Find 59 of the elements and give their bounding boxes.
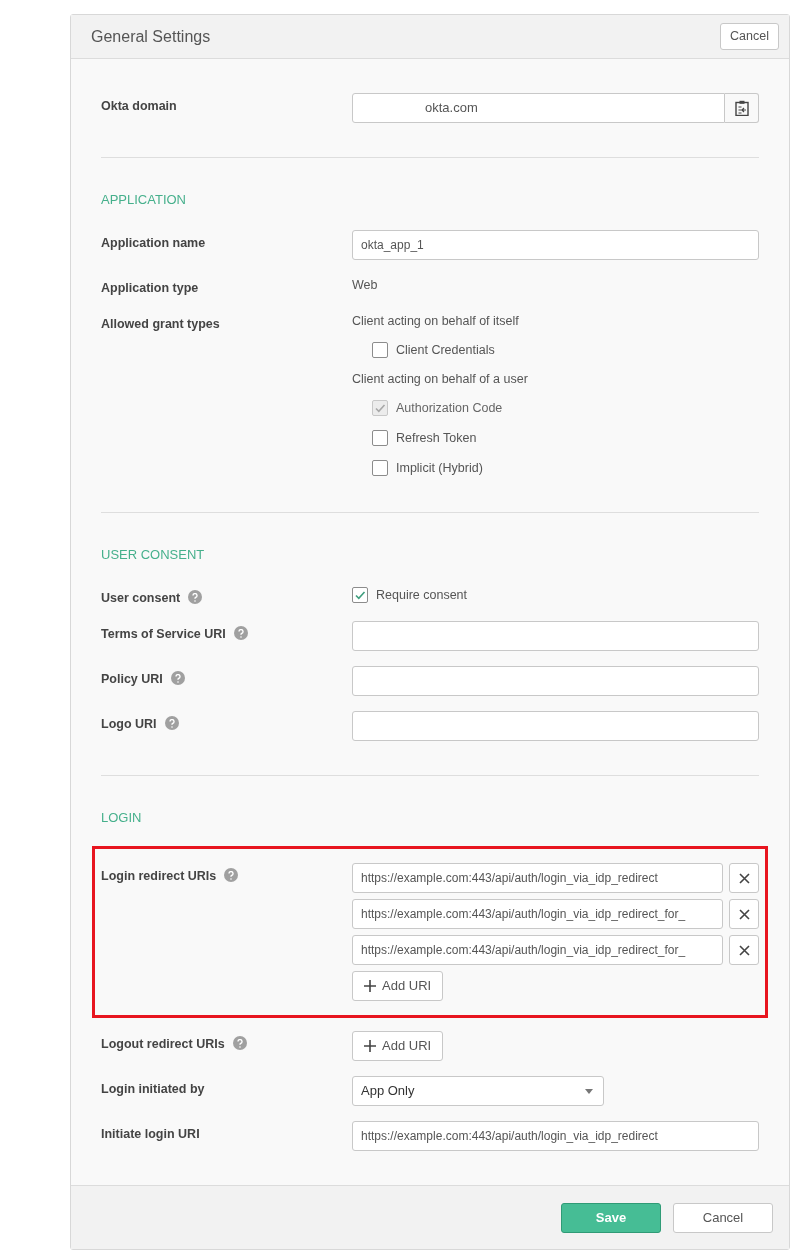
plus-icon — [364, 980, 376, 992]
checkbox-label: Implicit (Hybrid) — [396, 459, 483, 477]
clipboard-icon — [734, 100, 749, 116]
add-uri-button[interactable]: Add URI — [352, 971, 444, 1001]
section-heading: USER CONSENT — [101, 547, 206, 563]
remove-uri-button[interactable] — [729, 899, 759, 929]
field-label: Logout redirect URIs — [101, 1036, 225, 1052]
field-label: Login initiated by — [101, 1081, 205, 1097]
input-field[interactable]: https://example.com:443/api/auth/login_via_idp_redirect_for_ — [352, 935, 723, 965]
input-field[interactable] — [352, 711, 759, 741]
field-label: Okta domain — [101, 98, 177, 114]
input-field[interactable] — [352, 621, 759, 651]
field-label: Terms of Service URI — [101, 626, 226, 642]
input-field[interactable]: https://example.com:443/api/auth/login_via_idp_redirect_for_ — [352, 899, 723, 929]
app-type-value: Web — [352, 278, 378, 292]
grant-group-title: Client acting on behalf of a user — [352, 371, 529, 388]
field-label: Initiate login URI — [101, 1126, 200, 1142]
help-icon[interactable] — [188, 590, 203, 604]
checkbox[interactable] — [372, 460, 388, 476]
checkbox[interactable] — [372, 342, 388, 358]
checkbox[interactable] — [372, 430, 388, 446]
help-icon[interactable] — [224, 868, 239, 882]
checkbox[interactable] — [352, 587, 368, 603]
field-label: Application type — [101, 280, 199, 296]
checkbox-label: Refresh Token — [396, 429, 477, 447]
input-field[interactable]: https://example.com:443/api/auth/login_via_idp_redirect — [352, 1121, 759, 1151]
add-uri-button[interactable]: Add URI — [352, 1031, 444, 1061]
field-label: Application name — [101, 235, 206, 251]
input-field[interactable] — [352, 666, 759, 696]
remove-uri-button[interactable] — [729, 935, 759, 965]
field-label: Logo URI — [101, 716, 157, 732]
close-icon — [738, 872, 750, 884]
remove-uri-button[interactable] — [729, 863, 759, 893]
panel-title: General Settings — [91, 26, 211, 47]
copy-button[interactable] — [725, 93, 759, 123]
close-icon — [738, 944, 750, 956]
checkbox-label: Client Credentials — [396, 341, 495, 359]
field-label: User consent — [101, 590, 181, 606]
field-label: Policy URI — [101, 671, 163, 687]
help-icon[interactable] — [164, 716, 179, 730]
select-dropdown[interactable]: App Only — [352, 1076, 604, 1106]
grant-group-title: Client acting on behalf of itself — [352, 313, 520, 330]
cancel-button[interactable]: Cancel — [720, 23, 779, 50]
input-field[interactable]: https://example.com:443/api/auth/login_via_idp_redirect — [352, 863, 723, 893]
close-icon — [738, 908, 750, 920]
caret-icon — [585, 1088, 593, 1094]
checkbox-label: Authorization Code — [396, 399, 503, 417]
domain-field[interactable]: okta.com — [352, 93, 725, 123]
help-icon[interactable] — [232, 1036, 247, 1050]
field-label: Login redirect URIs — [101, 868, 217, 884]
field-label: Allowed grant types — [101, 316, 220, 332]
plus-icon — [364, 1040, 376, 1052]
help-icon[interactable] — [170, 671, 185, 685]
section-heading: APPLICATION — [101, 192, 187, 208]
help-icon[interactable] — [233, 626, 248, 640]
checkbox-label: Require consent — [376, 586, 468, 604]
section-heading: LOGIN — [101, 810, 143, 826]
cancel-button[interactable]: Cancel — [673, 1202, 773, 1233]
input-field[interactable]: okta_app_1 — [352, 230, 759, 260]
